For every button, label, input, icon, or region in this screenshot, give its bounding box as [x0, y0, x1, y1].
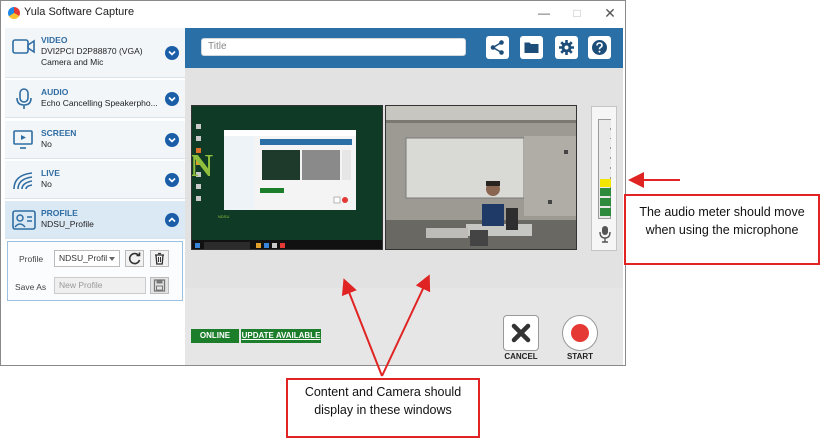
screenshot-stage: Yula Software Capture — □ ✕ VIDEO DVI2PC… [0, 0, 825, 443]
arrow-to-camera-window [381, 274, 431, 377]
preview-windows-callout: Content and Camera should display in the… [286, 378, 480, 438]
audio-meter-callout: The audio meter should move when using t… [624, 194, 820, 265]
arrow-to-content-window [341, 278, 383, 377]
